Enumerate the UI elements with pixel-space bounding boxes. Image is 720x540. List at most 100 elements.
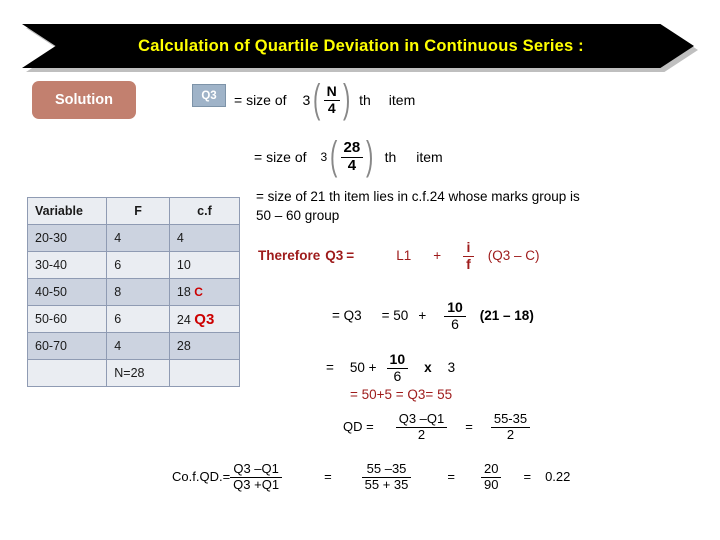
fraction-10-over-6: 10 6 (444, 300, 466, 331)
cell-frequency: 4 (106, 332, 170, 360)
fraction-coeff-symbolic: Q3 –Q1 Q3 +Q1 (230, 461, 283, 491)
fraction-20-over-90: 20 90 (481, 462, 502, 492)
fraction-numerator: N (326, 83, 337, 99)
solution-label: Solution (55, 92, 113, 108)
frequency-table: Variable F c.f 20-30 4 4 30-40 6 10 40-5… (26, 197, 241, 387)
right-paren-icon: ) (342, 77, 351, 122)
fraction-numerator-i: i (466, 239, 471, 255)
coeff-equals-2: = (447, 469, 455, 485)
fraction-28-over-4: 28 4 (340, 139, 364, 174)
marker-c: C (194, 285, 203, 299)
fraction-n-over-4: N 4 (323, 83, 340, 116)
cell-variable-empty (26, 359, 108, 387)
table-header-f: F (106, 197, 170, 225)
base-fifty-plus: 50 + (349, 360, 377, 376)
cell-variable: 30-40 (26, 251, 108, 279)
table-row: 60-70 4 28 (26, 332, 241, 360)
therefore-q3-symbol: Q3 (325, 248, 344, 264)
plus-sign: + (433, 248, 442, 264)
fraction-10-over-6-b: 10 6 (386, 351, 409, 383)
therefore-equals: = (346, 248, 355, 264)
bracket-21-minus-18: (21 – 18) (479, 308, 534, 324)
cf-value: 24 (176, 312, 191, 327)
fraction-denominator: 4 (323, 99, 340, 116)
left-paren-icon: ( (313, 77, 321, 122)
qd-label: QD = (343, 419, 374, 435)
qd-frac2-den: 2 (490, 426, 531, 442)
multiplier-3-b: 3 (320, 149, 328, 164)
coeff-frac2-num: 55 –35 (366, 461, 407, 476)
fraction-coeff-numeric: 55 –35 55 + 35 (361, 461, 412, 491)
cf-value: 4 (176, 231, 184, 245)
locate-line-1: = size of 21 th item lies in c.f.24 whos… (256, 189, 580, 204)
locate-group-text: = size of 21 th item lies in c.f.24 whos… (256, 187, 580, 225)
fraction-numerator-10: 10 (447, 299, 463, 315)
q3-badge-label: Q3 (201, 89, 217, 102)
cell-cumulative-frequency: 28 (168, 332, 241, 360)
fraction-numerator-2: 28 (343, 139, 361, 156)
qd-equals: = (465, 419, 473, 435)
table-row: 20-30 4 4 (26, 224, 241, 252)
table-row: 50-60 6 24 Q3 (26, 305, 241, 333)
equals-size-of-label: = size of (234, 91, 287, 108)
fraction-numerator-10-b: 10 (389, 351, 406, 367)
cf-value: 18 (176, 285, 191, 299)
table-total-row: N=28 (26, 359, 241, 387)
table-header-row: Variable F c.f (26, 197, 241, 225)
formula-q3-definition: = size of 3 ( N 4 ) th item (234, 77, 416, 122)
equals-fifty: = 50 (381, 308, 409, 324)
table-header-cf: c.f (168, 197, 241, 225)
qd-frac2-num: 55-35 (493, 411, 528, 426)
cf-value: 28 (176, 339, 191, 353)
formula-quartile-deviation: QD = Q3 –Q1 2 = 55-35 2 (343, 411, 531, 442)
banner-shape: Calculation of Quartile Deviation in Con… (22, 24, 694, 68)
coeff-qd-label: Co.f.QD.= (172, 469, 231, 485)
coeff-equals-1: = (324, 469, 332, 485)
formula-substitute-values: = Q3 = 50 + 10 6 (21 – 18) (332, 300, 534, 331)
formula-q3-substituted: = size of 3 ( 28 4 ) th item (254, 134, 443, 179)
th-label: th (359, 91, 371, 108)
cell-cumulative-frequency: 24 Q3 (168, 305, 241, 333)
cell-frequency: 6 (106, 305, 170, 333)
cell-frequency: 8 (106, 278, 170, 306)
formula-therefore-q3: Therefore Q3 = L1 + i f (Q3 – C) (258, 240, 540, 271)
formula-q3-result: = 50+5 = Q3= 55 (350, 387, 453, 402)
coeff-qd-result: 0.22 (545, 469, 571, 485)
locate-line-2: 50 – 60 group (256, 208, 340, 223)
q3-badge: Q3 (192, 84, 226, 107)
times-sign: x (424, 360, 432, 376)
coeff-frac1-num: Q3 –Q1 (233, 461, 279, 476)
table-row: 30-40 6 10 (26, 251, 241, 279)
page-title: Calculation of Quartile Deviation in Con… (138, 36, 584, 55)
th-label-2: th (384, 148, 397, 165)
cell-variable: 60-70 (26, 332, 108, 360)
marker-q3: Q3 (194, 310, 215, 328)
table-header-variable: Variable (26, 197, 108, 225)
formula-multiply-step: = 50 + 10 6 x 3 (326, 352, 455, 383)
fraction-q3-minus-q1-over-2: Q3 –Q1 2 (395, 411, 448, 442)
therefore-label: Therefore (258, 248, 321, 264)
equals-sign-3: = (326, 360, 334, 376)
cell-variable: 50-60 (26, 305, 108, 333)
table-row: 40-50 8 18 C (26, 278, 241, 306)
qd-frac1-den: 2 (395, 426, 448, 442)
cell-cf-empty (168, 359, 241, 387)
cell-cumulative-frequency: 4 (168, 224, 241, 252)
coeff-frac3-den: 90 (481, 476, 502, 492)
plus-sign-2: + (418, 308, 427, 324)
item-label: item (388, 91, 416, 108)
qd-frac1-num: Q3 –Q1 (398, 411, 445, 426)
right-paren-icon-2: ) (366, 134, 374, 179)
fraction-denominator-2: 4 (340, 156, 364, 174)
multiplier-3: 3 (302, 91, 311, 108)
left-paren-icon-2: ( (330, 134, 338, 179)
cell-cumulative-frequency: 18 C (168, 278, 241, 306)
eq-q3-label: = Q3 (332, 308, 362, 324)
cell-frequency: 4 (106, 224, 170, 252)
fraction-55-minus-35-over-2: 55-35 2 (490, 411, 531, 442)
fraction-denominator-f: f (463, 255, 474, 272)
bracket-q3-minus-c: (Q3 – C) (487, 248, 540, 264)
formula-coefficient-qd: Co.f.QD.= Q3 –Q1 Q3 +Q1 = 55 –35 55 + 35… (172, 462, 570, 491)
cell-cumulative-frequency: 10 (168, 251, 241, 279)
factor-3: 3 (447, 360, 456, 376)
